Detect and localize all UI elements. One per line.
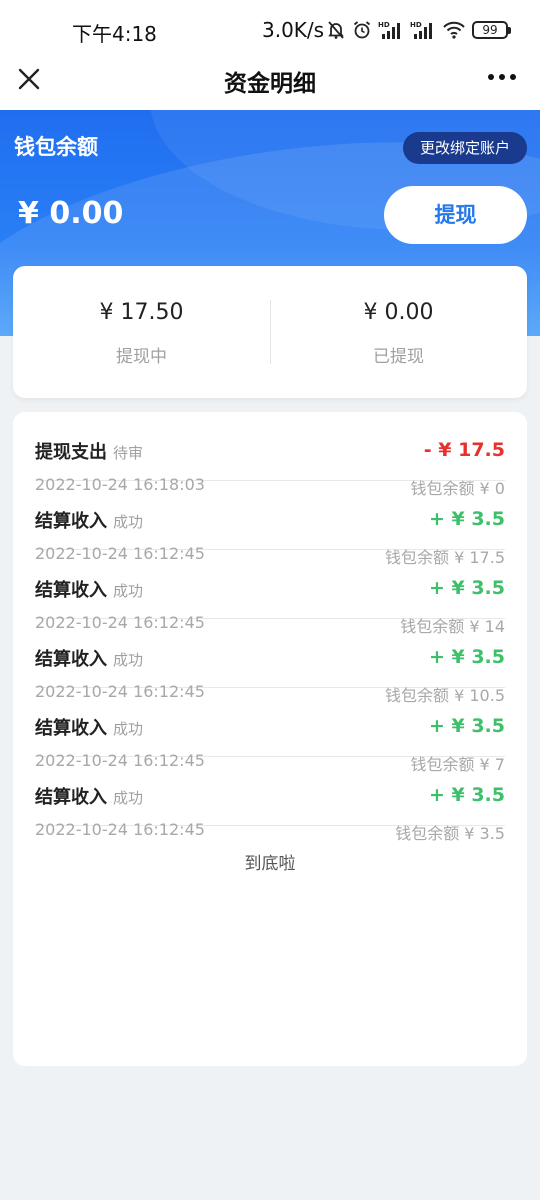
signal-hd-icon: HD bbox=[378, 19, 404, 41]
record-amount: + ¥ 3.5 bbox=[428, 508, 505, 530]
completed-withdraw-label: 已提现 bbox=[373, 347, 424, 367]
list-end-text: 到底啦 bbox=[244, 854, 296, 874]
withdraw-button[interactable]: 提现 bbox=[384, 186, 527, 244]
record-title: 结算收入 bbox=[35, 649, 107, 670]
record-status: 待审 bbox=[113, 444, 144, 462]
record-title-wrap: 结算收入 成功 bbox=[35, 576, 143, 602]
alarm-icon bbox=[352, 20, 372, 40]
signal-hd-icon-2: HD bbox=[410, 19, 436, 41]
list-item[interactable]: 结算收入 成功 + ¥ 3.5 2022-10-24 16:12:45 钱包余额 … bbox=[35, 481, 505, 567]
list-item[interactable]: 结算收入 成功 + ¥ 3.5 2022-10-24 16:12:45 钱包余额 … bbox=[35, 550, 505, 636]
record-title: 结算收入 bbox=[35, 787, 107, 808]
record-title: 结算收入 bbox=[35, 718, 107, 739]
more-icon[interactable] bbox=[488, 74, 516, 82]
status-bar: 下午4:18 3.0K/s HD HD 99 bbox=[0, 0, 540, 58]
page-title: 资金明细 bbox=[224, 71, 316, 97]
status-time: 下午4:18 bbox=[72, 22, 157, 46]
record-status: 成功 bbox=[113, 789, 144, 807]
record-amount: + ¥ 3.5 bbox=[428, 715, 505, 737]
record-status: 成功 bbox=[113, 651, 144, 669]
pending-withdraw-amount: ¥ 17.50 bbox=[99, 300, 184, 325]
network-speed: 3.0K/s bbox=[262, 18, 325, 42]
record-status: 成功 bbox=[113, 513, 144, 531]
record-amount: + ¥ 3.5 bbox=[428, 577, 505, 599]
record-balance: 钱包余额 ¥ 3.5 bbox=[395, 824, 505, 843]
record-amount: + ¥ 3.5 bbox=[428, 646, 505, 668]
record-title-wrap: 结算收入 成功 bbox=[35, 714, 143, 740]
record-title: 结算收入 bbox=[35, 511, 107, 532]
record-amount: - ¥ 17.5 bbox=[423, 439, 505, 461]
nav-bar: 资金明细 bbox=[0, 58, 540, 110]
record-time: 2022-10-24 16:12:45 bbox=[35, 820, 205, 839]
record-amount: + ¥ 3.5 bbox=[428, 784, 505, 806]
record-status: 成功 bbox=[113, 582, 144, 600]
withdraw-summary-card: ¥ 17.50 提现中 ¥ 0.00 已提现 bbox=[13, 266, 527, 398]
record-title-wrap: 结算收入 成功 bbox=[35, 783, 143, 809]
record-title-wrap: 结算收入 成功 bbox=[35, 507, 143, 533]
completed-withdraw-stat: ¥ 0.00 已提现 bbox=[270, 266, 527, 398]
list-item[interactable]: 结算收入 成功 + ¥ 3.5 2022-10-24 16:12:45 钱包余额 … bbox=[35, 619, 505, 705]
mute-bell-icon bbox=[326, 20, 346, 40]
status-icons: HD HD 99 bbox=[326, 17, 511, 43]
completed-withdraw-amount: ¥ 0.00 bbox=[363, 300, 434, 325]
wallet-balance-label: 钱包余额 bbox=[14, 135, 98, 159]
pending-withdraw-label: 提现中 bbox=[116, 347, 167, 367]
battery-icon: 99 bbox=[472, 21, 511, 39]
record-title-wrap: 结算收入 成功 bbox=[35, 645, 143, 671]
list-item[interactable]: 结算收入 成功 + ¥ 3.5 2022-10-24 16:12:45 钱包余额 … bbox=[35, 757, 505, 843]
wifi-icon bbox=[442, 20, 466, 40]
wallet-balance-amount: ¥ 0.00 bbox=[18, 196, 124, 231]
list-item[interactable]: 结算收入 成功 + ¥ 3.5 2022-10-24 16:12:45 钱包余额 … bbox=[35, 688, 505, 774]
list-item[interactable]: 提现支出 待审 - ¥ 17.5 2022-10-24 16:18:03 钱包余额… bbox=[35, 412, 505, 498]
record-title: 结算收入 bbox=[35, 580, 107, 601]
transaction-list: 提现支出 待审 - ¥ 17.5 2022-10-24 16:18:03 钱包余额… bbox=[13, 412, 527, 1066]
svg-text:HD: HD bbox=[410, 21, 422, 29]
record-status: 成功 bbox=[113, 720, 144, 738]
rebind-account-button[interactable]: 更改绑定账户 bbox=[403, 132, 527, 164]
record-title-wrap: 提现支出 待审 bbox=[35, 438, 143, 464]
pending-withdraw-stat: ¥ 17.50 提现中 bbox=[13, 266, 270, 398]
svg-text:HD: HD bbox=[378, 21, 390, 29]
record-title: 提现支出 bbox=[35, 442, 107, 463]
